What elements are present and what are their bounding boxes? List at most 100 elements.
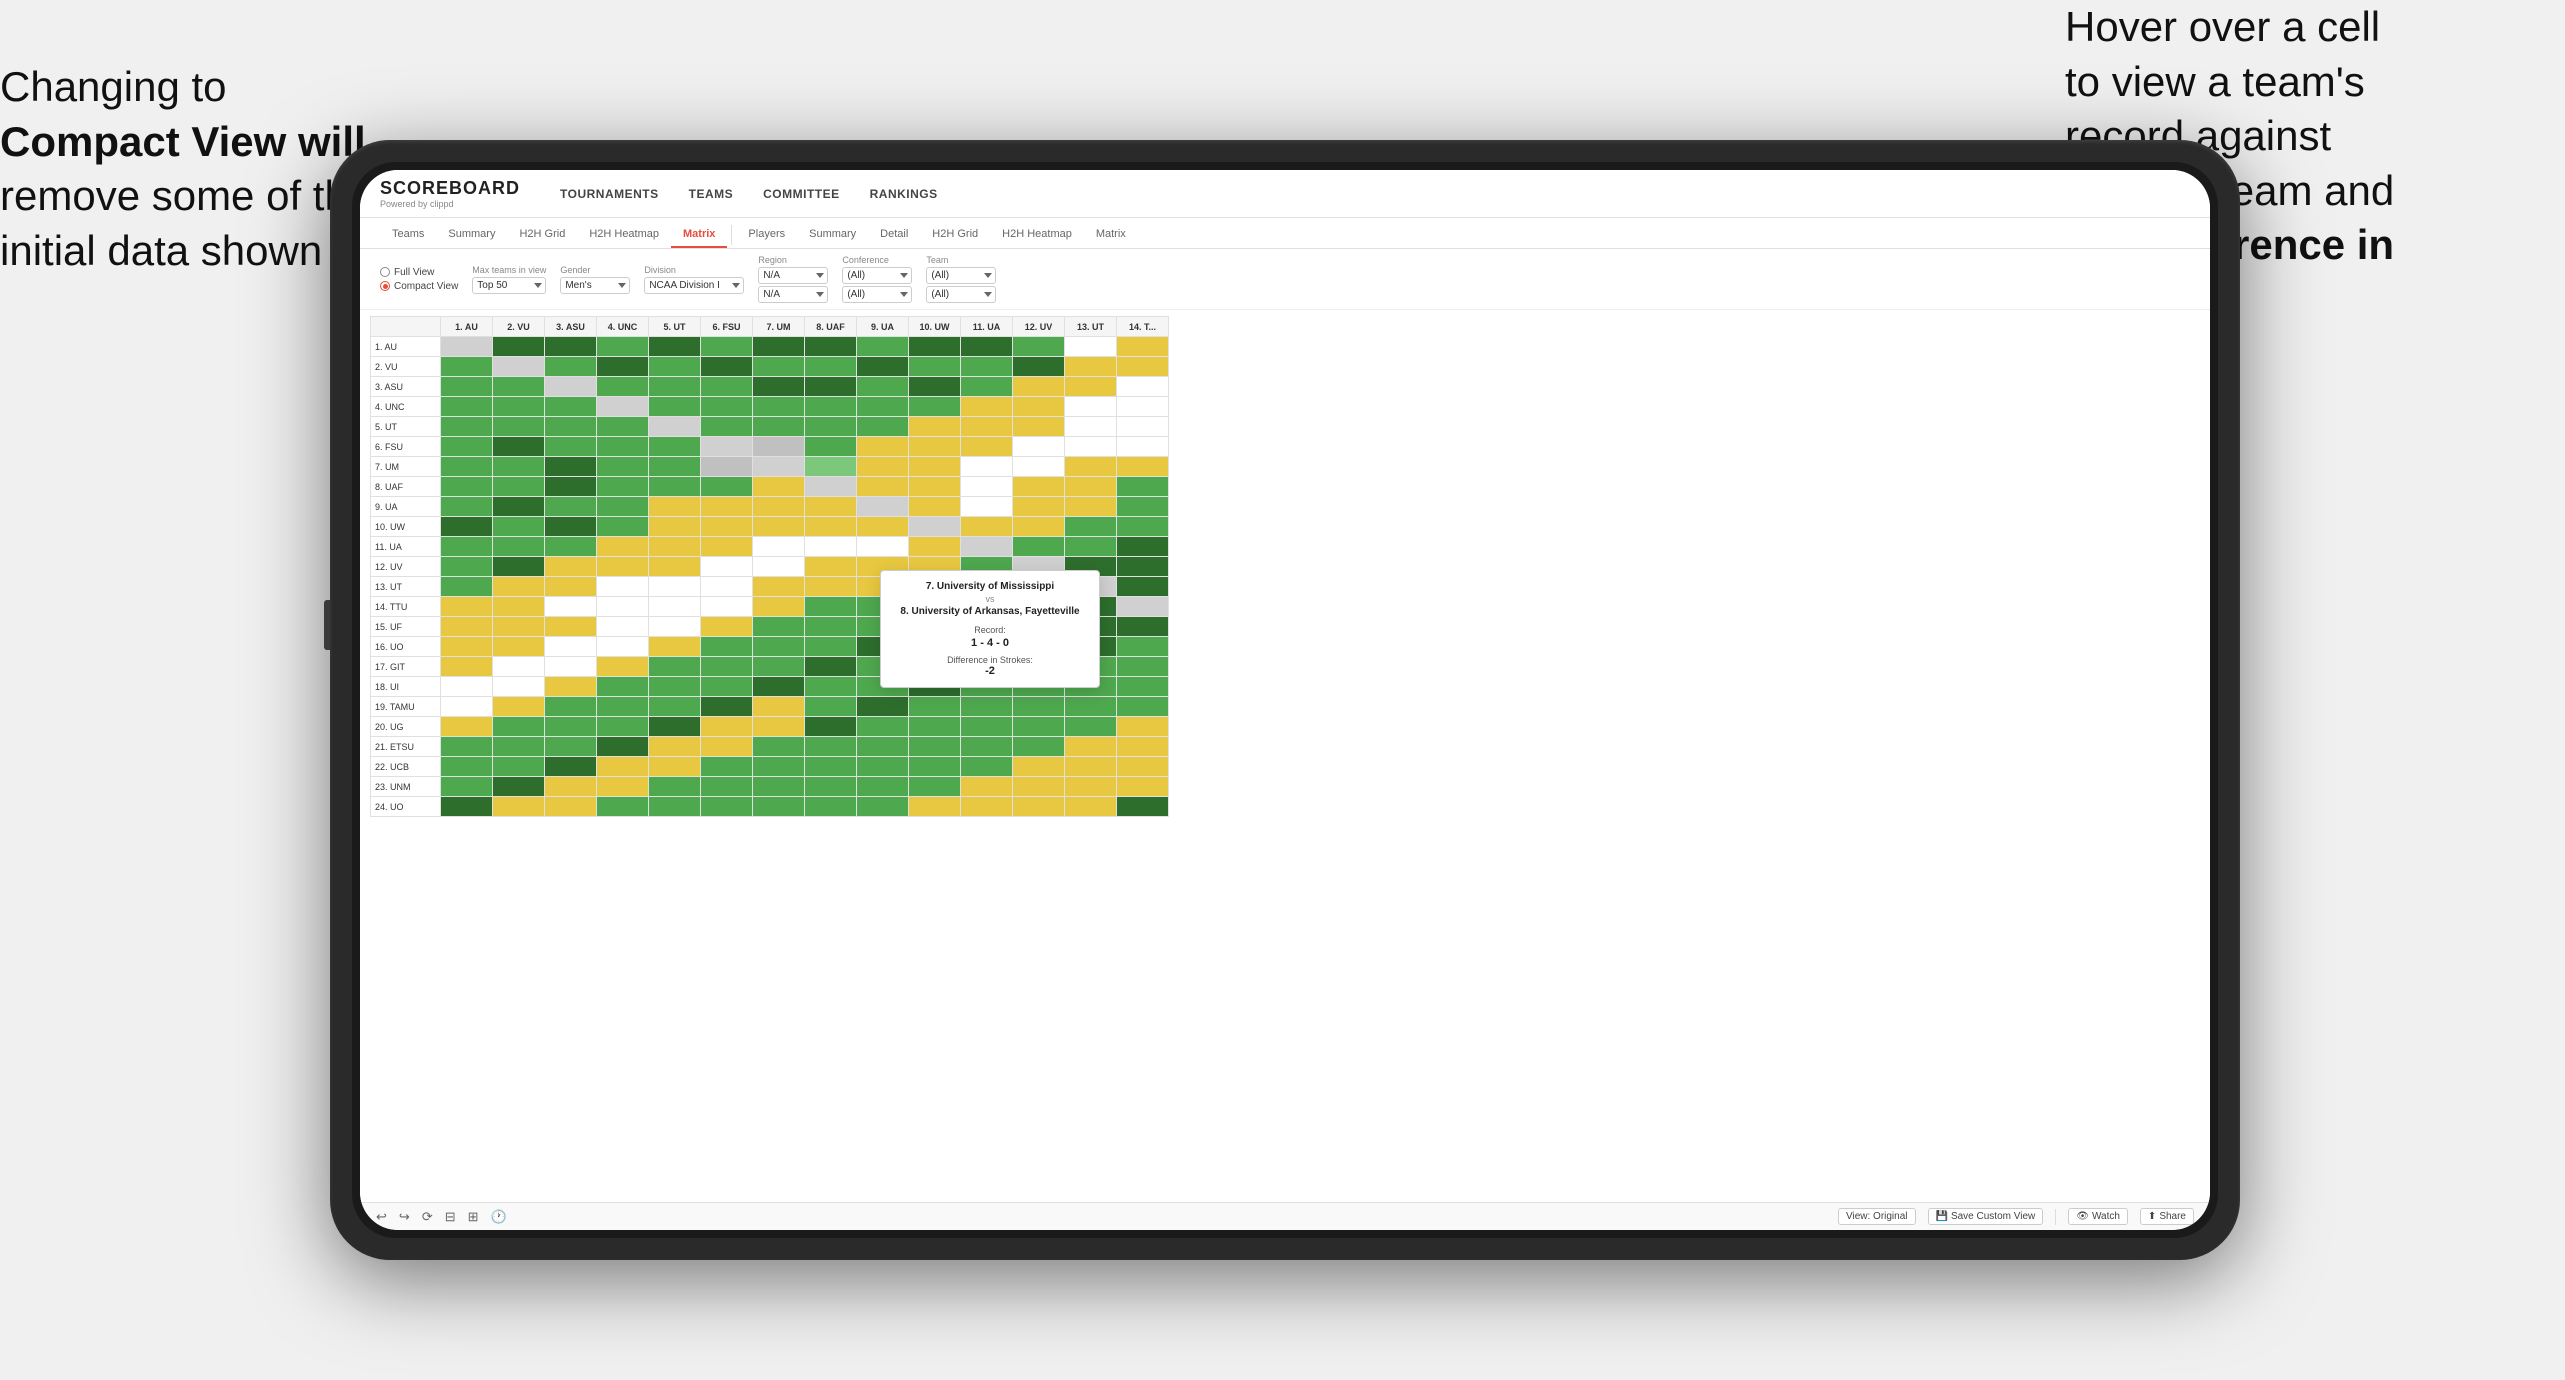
matrix-cell[interactable] (805, 697, 857, 717)
matrix-cell[interactable] (805, 637, 857, 657)
matrix-cell[interactable] (1065, 417, 1117, 437)
matrix-cell[interactable] (701, 697, 753, 717)
matrix-cell[interactable] (753, 637, 805, 657)
matrix-cell[interactable] (493, 437, 545, 457)
matrix-cell[interactable] (649, 517, 701, 537)
matrix-cell[interactable] (1013, 757, 1065, 777)
matrix-cell[interactable] (753, 477, 805, 497)
matrix-cell[interactable] (753, 417, 805, 437)
matrix-cell[interactable] (961, 457, 1013, 477)
matrix-cell[interactable] (857, 517, 909, 537)
matrix-cell[interactable] (701, 357, 753, 377)
matrix-cell[interactable] (805, 657, 857, 677)
matrix-cell[interactable] (1013, 717, 1065, 737)
matrix-cell[interactable] (1013, 797, 1065, 817)
team-select-1[interactable]: (All) (926, 267, 996, 284)
matrix-cell[interactable] (753, 537, 805, 557)
matrix-cell[interactable] (1065, 377, 1117, 397)
matrix-cell[interactable] (441, 777, 493, 797)
matrix-cell[interactable] (909, 697, 961, 717)
matrix-cell[interactable] (701, 677, 753, 697)
matrix-cell[interactable] (753, 497, 805, 517)
matrix-cell[interactable] (1117, 777, 1169, 797)
matrix-cell[interactable] (649, 797, 701, 817)
matrix-cell[interactable] (805, 517, 857, 537)
matrix-cell[interactable] (753, 337, 805, 357)
matrix-cell[interactable] (493, 477, 545, 497)
gender-select[interactable]: Men's (560, 277, 630, 294)
matrix-cell[interactable] (1117, 437, 1169, 457)
matrix-cell[interactable] (545, 537, 597, 557)
matrix-cell[interactable] (493, 517, 545, 537)
matrix-cell[interactable] (1117, 657, 1169, 677)
matrix-cell[interactable] (805, 617, 857, 637)
matrix-cell[interactable] (857, 797, 909, 817)
matrix-cell[interactable] (909, 757, 961, 777)
team-select-2[interactable]: (All) (926, 286, 996, 303)
matrix-cell[interactable] (649, 597, 701, 617)
matrix-cell[interactable] (909, 437, 961, 457)
matrix-cell[interactable] (1065, 517, 1117, 537)
matrix-cell[interactable] (909, 397, 961, 417)
share-button[interactable]: ⬆ Share (2140, 1208, 2194, 1225)
matrix-cell[interactable] (649, 577, 701, 597)
matrix-cell[interactable] (1117, 457, 1169, 477)
matrix-cell[interactable] (753, 737, 805, 757)
matrix-cell[interactable] (753, 577, 805, 597)
matrix-cell[interactable] (597, 657, 649, 677)
matrix-cell[interactable] (1065, 717, 1117, 737)
region-select-1[interactable]: N/A (758, 267, 828, 284)
matrix-cell[interactable] (701, 417, 753, 437)
matrix-cell[interactable] (1065, 437, 1117, 457)
matrix-cell[interactable] (597, 597, 649, 617)
matrix-cell[interactable] (805, 457, 857, 477)
matrix-cell[interactable] (493, 577, 545, 597)
matrix-cell[interactable] (649, 637, 701, 657)
matrix-cell[interactable] (649, 417, 701, 437)
matrix-cell[interactable] (545, 797, 597, 817)
matrix-cell[interactable] (961, 437, 1013, 457)
matrix-cell[interactable] (909, 737, 961, 757)
nav-rankings[interactable]: RANKINGS (870, 187, 938, 201)
tab-summary-1[interactable]: Summary (436, 222, 507, 248)
matrix-cell[interactable] (493, 697, 545, 717)
matrix-cell[interactable] (545, 677, 597, 697)
matrix-cell[interactable] (597, 457, 649, 477)
matrix-cell[interactable] (753, 397, 805, 417)
matrix-cell[interactable] (597, 677, 649, 697)
matrix-cell[interactable] (857, 497, 909, 517)
matrix-cell[interactable] (441, 637, 493, 657)
matrix-cell[interactable] (805, 417, 857, 437)
matrix-cell[interactable] (1117, 497, 1169, 517)
matrix-cell[interactable] (597, 737, 649, 757)
zoom-out-icon[interactable]: ⊟ (445, 1209, 456, 1225)
matrix-cell[interactable] (493, 457, 545, 477)
matrix-cell[interactable] (753, 697, 805, 717)
full-view-radio[interactable]: Full View (380, 267, 458, 278)
matrix-cell[interactable] (753, 657, 805, 677)
matrix-cell[interactable] (597, 777, 649, 797)
matrix-cell[interactable] (701, 377, 753, 397)
matrix-cell[interactable] (441, 497, 493, 517)
matrix-cell[interactable] (441, 657, 493, 677)
full-view-radio-dot[interactable] (380, 267, 390, 277)
matrix-cell[interactable] (441, 797, 493, 817)
matrix-cell[interactable] (857, 537, 909, 557)
max-teams-select[interactable]: Top 50 (472, 277, 546, 294)
matrix-cell[interactable] (1013, 777, 1065, 797)
matrix-cell[interactable] (857, 757, 909, 777)
matrix-cell[interactable] (753, 757, 805, 777)
matrix-cell[interactable] (649, 357, 701, 377)
matrix-cell[interactable] (701, 777, 753, 797)
matrix-cell[interactable] (1117, 757, 1169, 777)
matrix-cell[interactable] (441, 477, 493, 497)
matrix-cell[interactable] (597, 337, 649, 357)
matrix-cell[interactable] (545, 417, 597, 437)
matrix-cell[interactable] (701, 337, 753, 357)
matrix-cell[interactable] (545, 657, 597, 677)
clock-icon[interactable]: 🕐 (491, 1209, 507, 1225)
matrix-cell[interactable] (701, 457, 753, 477)
matrix-cell[interactable] (597, 697, 649, 717)
matrix-cell[interactable] (805, 677, 857, 697)
matrix-cell[interactable] (1013, 397, 1065, 417)
